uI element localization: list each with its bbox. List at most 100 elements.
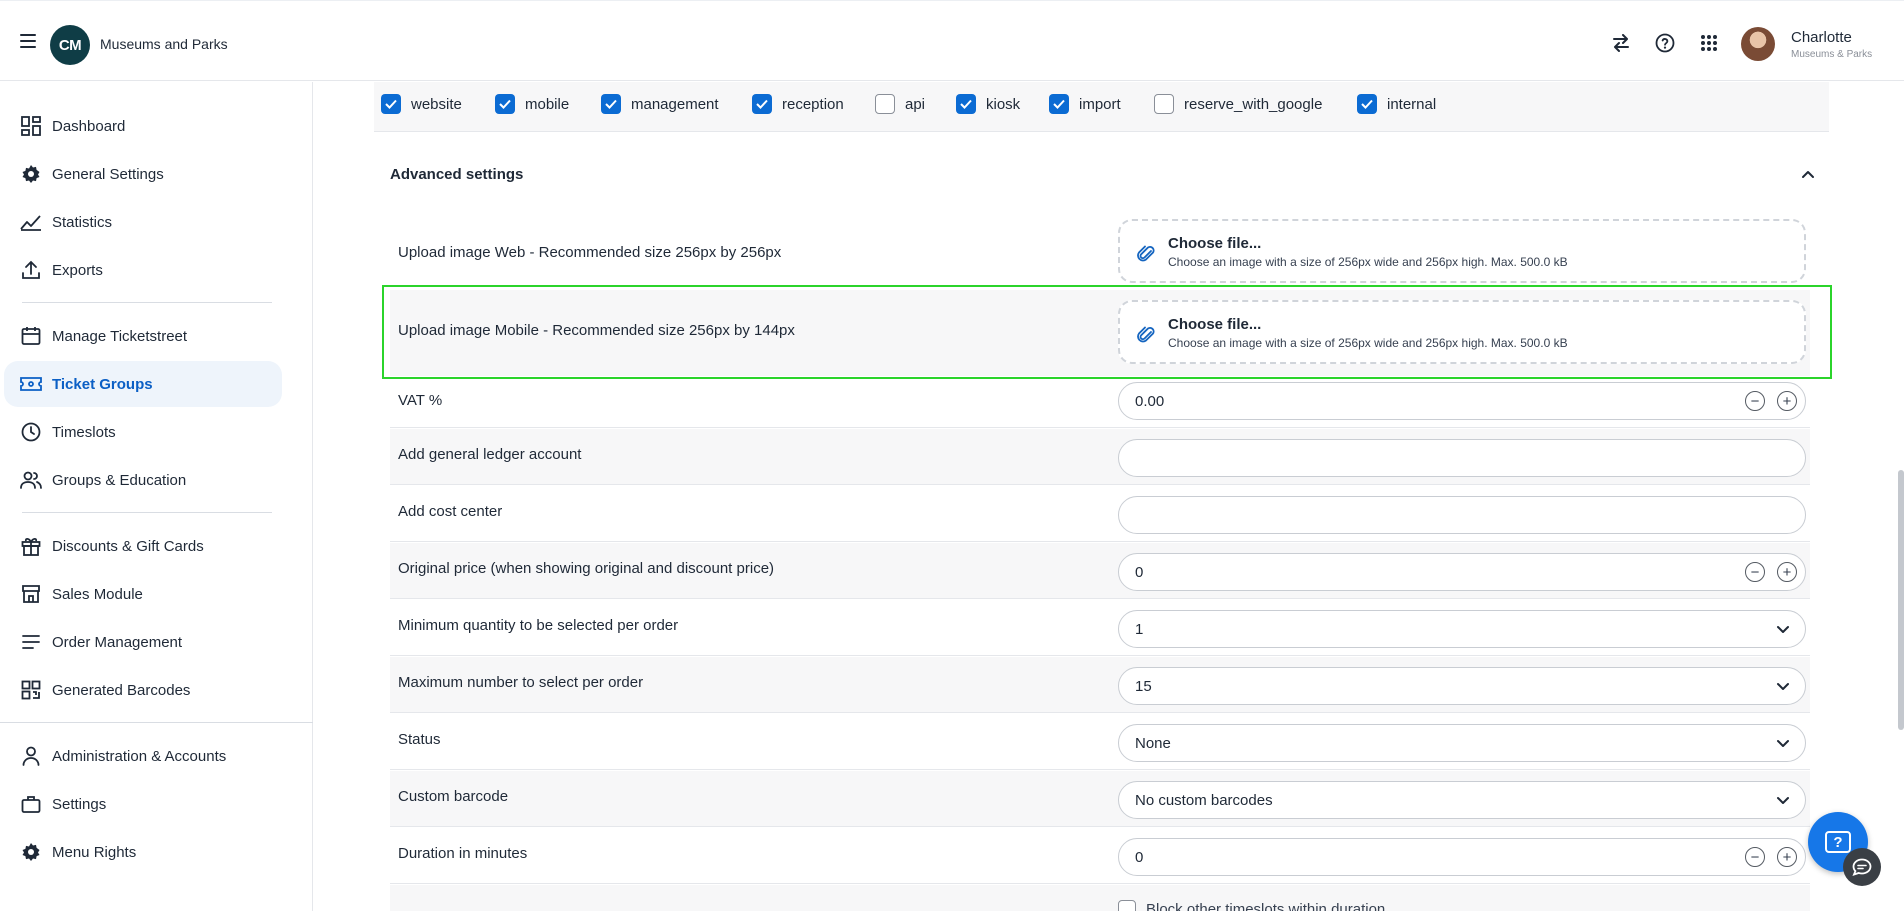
checkbox-unchecked-icon[interactable] bbox=[1154, 94, 1174, 114]
upload-web-dropzone[interactable]: Choose file... Choose an image with a si… bbox=[1118, 219, 1806, 283]
sidebar-item-statistics[interactable]: Statistics bbox=[4, 199, 282, 245]
channel-checkbox-kiosk[interactable]: kiosk bbox=[956, 94, 1020, 114]
vat-input[interactable]: 0.00 − + bbox=[1118, 382, 1806, 420]
chevron-down-icon[interactable] bbox=[1775, 678, 1791, 694]
channel-checkbox-website[interactable]: website bbox=[381, 94, 462, 114]
gift-icon bbox=[20, 535, 42, 557]
increment-button[interactable]: + bbox=[1777, 847, 1797, 867]
channel-label: internal bbox=[1387, 95, 1437, 113]
ledger-input[interactable] bbox=[1118, 439, 1806, 477]
channel-checkbox-internal[interactable]: internal bbox=[1357, 94, 1436, 114]
app-title: Museums and Parks bbox=[100, 36, 228, 52]
block-timeslots-checkbox[interactable]: Block other timeslots within duration bbox=[1118, 900, 1385, 911]
max-quantity-select[interactable]: 15 bbox=[1118, 667, 1806, 705]
status-select[interactable]: None bbox=[1118, 724, 1806, 762]
chevron-down-icon[interactable] bbox=[1775, 792, 1791, 808]
sidebar-item-general-settings[interactable]: General Settings bbox=[4, 151, 282, 197]
people-icon bbox=[20, 469, 42, 491]
sidebar-item-timeslots[interactable]: Timeslots bbox=[4, 409, 282, 455]
channel-checkbox-reception[interactable]: reception bbox=[752, 94, 844, 114]
main-content: website mobile management reception api … bbox=[314, 82, 1904, 911]
sidebar-divider bbox=[0, 722, 313, 723]
checkbox-checked-icon[interactable] bbox=[1049, 94, 1069, 114]
sidebar-item-settings[interactable]: Settings bbox=[4, 781, 282, 827]
original-price-label: Original price (when showing original an… bbox=[398, 560, 775, 577]
min-quantity-select[interactable]: 1 bbox=[1118, 610, 1806, 648]
increment-button[interactable]: + bbox=[1777, 562, 1797, 582]
advanced-settings-title[interactable]: Advanced settings bbox=[390, 166, 523, 183]
custom-barcode-select[interactable]: No custom barcodes bbox=[1118, 781, 1806, 819]
cost-center-label: Add cost center bbox=[398, 503, 503, 520]
checkbox-checked-icon[interactable] bbox=[601, 94, 621, 114]
sidebar-item-label: Sales Module bbox=[52, 585, 143, 603]
sidebar-item-menu-rights[interactable]: Menu Rights bbox=[4, 829, 282, 875]
channel-label: management bbox=[631, 95, 719, 113]
decrement-button[interactable]: − bbox=[1745, 391, 1765, 411]
sidebar-item-sales-module[interactable]: Sales Module bbox=[4, 571, 282, 617]
ticket-icon bbox=[20, 373, 42, 395]
sidebar-item-label: Timeslots bbox=[52, 423, 116, 441]
menu-icon[interactable] bbox=[20, 34, 36, 48]
chevron-up-icon[interactable] bbox=[1798, 164, 1818, 184]
choose-file-button[interactable]: Choose file... bbox=[1168, 235, 1261, 252]
channel-checkbox-mobile[interactable]: mobile bbox=[495, 94, 569, 114]
chevron-down-icon[interactable] bbox=[1775, 735, 1791, 751]
sidebar-item-label: Settings bbox=[52, 795, 107, 813]
avatar[interactable] bbox=[1741, 27, 1775, 61]
duration-label: Duration in minutes bbox=[398, 845, 528, 862]
block-timeslots-label: Block other timeslots within duration bbox=[1146, 900, 1386, 911]
paperclip-icon bbox=[1136, 243, 1156, 265]
calendar-icon bbox=[20, 325, 42, 347]
apps-grid-icon[interactable] bbox=[1698, 32, 1720, 54]
original-price-input[interactable]: 0 − + bbox=[1118, 553, 1806, 591]
scrollbar-thumb[interactable] bbox=[1898, 470, 1904, 730]
help-circle-icon[interactable] bbox=[1654, 32, 1676, 54]
sidebar-item-label: Menu Rights bbox=[52, 843, 137, 861]
decrement-button[interactable]: − bbox=[1745, 847, 1765, 867]
duration-value[interactable]: 0 bbox=[1135, 849, 1143, 866]
original-price-value[interactable]: 0 bbox=[1135, 564, 1143, 581]
checkbox-checked-icon[interactable] bbox=[495, 94, 515, 114]
checkbox-unchecked-icon[interactable] bbox=[1118, 900, 1136, 911]
channel-checkbox-api[interactable]: api bbox=[875, 94, 925, 114]
sidebar-item-exports[interactable]: Exports bbox=[4, 247, 282, 293]
sidebar-item-label: Ticket Groups bbox=[52, 375, 153, 393]
channel-checkbox-management[interactable]: management bbox=[601, 94, 719, 114]
sidebar-item-label: Manage Ticketstreet bbox=[52, 327, 188, 345]
gear-icon bbox=[20, 841, 42, 863]
increment-button[interactable]: + bbox=[1777, 391, 1797, 411]
sidebar-item-ticket-groups[interactable]: Ticket Groups bbox=[4, 361, 282, 407]
upload-icon bbox=[20, 259, 42, 281]
sidebar-item-label: Groups & Education bbox=[52, 471, 187, 489]
sidebar-item-discounts-gift-cards[interactable]: Discounts & Gift Cards bbox=[4, 523, 282, 569]
checkbox-unchecked-icon[interactable] bbox=[875, 94, 895, 114]
status-label: Status bbox=[398, 731, 441, 748]
channel-checkbox-reserve-with-google[interactable]: reserve_with_google bbox=[1154, 94, 1322, 114]
sidebar-item-order-management[interactable]: Order Management bbox=[4, 619, 282, 665]
channel-label: api bbox=[905, 95, 926, 113]
cost-center-input[interactable] bbox=[1118, 496, 1806, 534]
top-bar: CM Museums and Parks Charlotte Museums &… bbox=[0, 0, 1904, 81]
sidebar-item-administration-accounts[interactable]: Administration & Accounts bbox=[4, 733, 282, 779]
checkbox-checked-icon[interactable] bbox=[381, 94, 401, 114]
custom-barcode-label: Custom barcode bbox=[398, 788, 509, 805]
user-name[interactable]: Charlotte bbox=[1791, 29, 1852, 46]
sidebar-item-dashboard[interactable]: Dashboard bbox=[4, 103, 282, 149]
checkbox-checked-icon[interactable] bbox=[956, 94, 976, 114]
chevron-down-icon[interactable] bbox=[1775, 621, 1791, 637]
checkbox-checked-icon[interactable] bbox=[1357, 94, 1377, 114]
status-value: None bbox=[1135, 735, 1171, 752]
highlight-outline bbox=[382, 285, 1832, 379]
clock-icon bbox=[20, 421, 42, 443]
max-quantity-value: 15 bbox=[1135, 678, 1152, 695]
swap-icon[interactable] bbox=[1610, 32, 1632, 54]
sidebar-item-manage-ticketstreet[interactable]: Manage Ticketstreet bbox=[4, 313, 282, 359]
sidebar-item-groups-education[interactable]: Groups & Education bbox=[4, 457, 282, 503]
checkbox-checked-icon[interactable] bbox=[752, 94, 772, 114]
vat-value[interactable]: 0.00 bbox=[1135, 393, 1164, 410]
sidebar-item-generated-barcodes[interactable]: Generated Barcodes bbox=[4, 667, 282, 713]
chat-button[interactable] bbox=[1843, 848, 1881, 886]
channel-checkbox-import[interactable]: import bbox=[1049, 94, 1121, 114]
duration-input[interactable]: 0 − + bbox=[1118, 838, 1806, 876]
decrement-button[interactable]: − bbox=[1745, 562, 1765, 582]
